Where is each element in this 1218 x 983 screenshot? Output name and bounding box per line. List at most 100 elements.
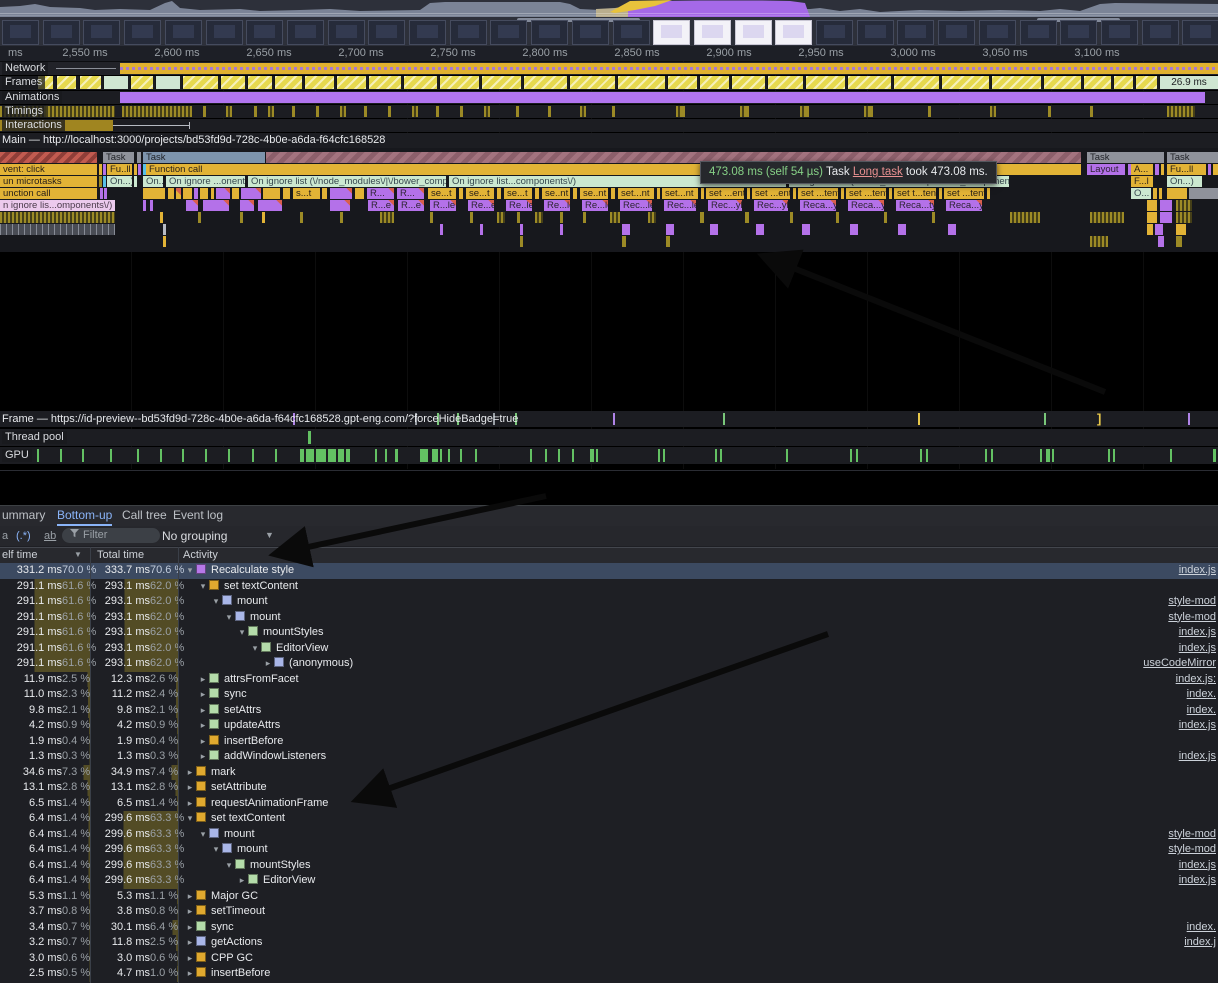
filmstrip-thumbnail[interactable]: [775, 20, 812, 45]
flame-event[interactable]: F...l: [1131, 176, 1153, 187]
table-row[interactable]: 9.8 ms2.1 %9.8 ms2.1 %▸setAttrsindex.: [0, 703, 1218, 719]
filmstrip-thumbnail[interactable]: [368, 20, 405, 45]
flame-event-sliver[interactable]: [710, 224, 718, 235]
flame-event-sliver[interactable]: [560, 212, 563, 223]
source-link[interactable]: style-mod: [1168, 842, 1216, 858]
frame-segment[interactable]: [336, 76, 366, 89]
flame-event-sliver[interactable]: [1147, 200, 1157, 211]
table-row[interactable]: 1.3 ms0.3 %1.3 ms0.3 %▸addWindowListener…: [0, 749, 1218, 765]
table-row[interactable]: 331.2 ms70.0 %333.7 ms70.6 %▾Recalculate…: [0, 563, 1218, 579]
flame-event-sliver[interactable]: [459, 188, 463, 199]
flame-event[interactable]: On...): [143, 176, 163, 187]
flame-event[interactable]: R...e: [398, 200, 424, 211]
flame-event-sliver[interactable]: [1158, 236, 1164, 247]
flame-event[interactable]: set ...tent: [846, 188, 886, 199]
filmstrip-thumbnail[interactable]: [2, 20, 39, 45]
expand-icon[interactable]: ▸: [197, 749, 209, 765]
flame-event-sliver[interactable]: [134, 176, 137, 187]
frame-segment[interactable]: [767, 76, 803, 89]
expand-icon[interactable]: ▸: [184, 796, 196, 812]
frame-segment[interactable]: [247, 76, 272, 89]
filmstrip-thumbnail[interactable]: [1060, 20, 1097, 45]
filmstrip-thumbnail[interactable]: [1182, 20, 1218, 45]
source-link[interactable]: index.js: [1179, 718, 1216, 734]
flame-event[interactable]: R...: [367, 188, 394, 199]
frame-segment[interactable]: [403, 76, 437, 89]
flame-event[interactable]: set t...tent: [894, 188, 936, 199]
source-link[interactable]: index.js: [1179, 858, 1216, 874]
flame-event-sliver[interactable]: [535, 212, 543, 223]
flame-event[interactable]: Re...le: [582, 200, 608, 211]
collapse-icon[interactable]: ▾: [249, 641, 261, 657]
flame-event-sliver[interactable]: [657, 188, 660, 199]
flame-event-sliver[interactable]: [1208, 164, 1211, 175]
flame-event-sliver[interactable]: [1176, 236, 1182, 247]
flame-event-sliver[interactable]: [380, 212, 394, 223]
table-row[interactable]: 6.4 ms1.4 %299.6 ms63.3 %▾mountStylesind…: [0, 858, 1218, 874]
flame-event-sliver[interactable]: [573, 188, 577, 199]
frame-segment[interactable]: [1113, 76, 1133, 89]
track-interactions[interactable]: Interactions: [0, 119, 1218, 132]
table-row[interactable]: 3.0 ms0.6 %3.0 ms0.6 %▸CPP GC: [0, 951, 1218, 967]
table-row[interactable]: 34.6 ms7.3 %34.9 ms7.4 %▸mark: [0, 765, 1218, 781]
frame-segment[interactable]: [481, 76, 521, 89]
flame-event-sliver[interactable]: [611, 188, 615, 199]
flame-event[interactable]: se...t: [428, 188, 456, 199]
source-link[interactable]: index.js: [1179, 749, 1216, 765]
track-thread-pool[interactable]: Thread pool: [0, 429, 1218, 446]
flame-event-sliver[interactable]: [134, 164, 137, 175]
source-link[interactable]: style-mod: [1168, 827, 1216, 843]
collapse-icon[interactable]: ▾: [197, 579, 209, 595]
source-link[interactable]: style-mod: [1168, 610, 1216, 626]
expand-icon[interactable]: ▸: [236, 873, 248, 889]
expand-icon[interactable]: ▸: [184, 951, 196, 967]
collapse-icon[interactable]: ▾: [236, 625, 248, 641]
frame-segment[interactable]: [667, 76, 697, 89]
flame-event-sliver[interactable]: [793, 188, 796, 199]
filmstrip-thumbnail[interactable]: [572, 20, 609, 45]
flame-event[interactable]: Re...le: [544, 200, 570, 211]
filmstrip-thumbnail[interactable]: [43, 20, 80, 45]
flame-event-sliver[interactable]: [497, 212, 505, 223]
frame-segment[interactable]: [56, 76, 76, 89]
flame-event[interactable]: Reca...yle: [848, 200, 884, 211]
source-link[interactable]: index.j: [1184, 935, 1216, 951]
source-link[interactable]: index.: [1187, 920, 1216, 936]
table-row[interactable]: 291.1 ms61.6 %293.1 ms62.0 %▾mountstyle-…: [0, 594, 1218, 610]
frame-segment[interactable]: [220, 76, 245, 89]
tab-bottom-up[interactable]: Bottom-up: [57, 506, 112, 526]
regex-icon[interactable]: (.*): [16, 528, 31, 544]
flame-event-sliver[interactable]: [104, 188, 107, 199]
flame-event-sliver[interactable]: [258, 200, 282, 211]
flame-event-sliver[interactable]: [1160, 200, 1172, 211]
flame-event-sliver[interactable]: [0, 152, 97, 163]
timeline-overview[interactable]: [0, 0, 1218, 46]
flame-event-sliver[interactable]: [836, 212, 839, 223]
flame-event-sliver[interactable]: [790, 212, 793, 223]
expand-icon[interactable]: ▸: [262, 656, 274, 672]
flame-event-sliver[interactable]: [884, 212, 887, 223]
flame-event-sliver[interactable]: [283, 188, 290, 199]
filmstrip-thumbnail[interactable]: [409, 20, 446, 45]
track-network[interactable]: Network: [0, 62, 1218, 75]
frame-segment[interactable]: [155, 76, 180, 89]
track-animations[interactable]: Animations: [0, 91, 1218, 104]
flame-event-sliver[interactable]: [186, 200, 198, 211]
flame-event-sliver[interactable]: [1159, 188, 1162, 199]
flame-event-sliver[interactable]: [0, 212, 115, 223]
frame-segment[interactable]: [893, 76, 939, 89]
flame-event-sliver[interactable]: [520, 224, 523, 235]
expand-icon[interactable]: ▸: [197, 672, 209, 688]
frame-segment[interactable]: [699, 76, 729, 89]
flame-event-sliver[interactable]: [1147, 224, 1153, 235]
flame-event-sliver[interactable]: [610, 212, 620, 223]
filmstrip-thumbnail[interactable]: [897, 20, 934, 45]
frame-segment[interactable]: [1135, 76, 1157, 89]
flame-event-sliver[interactable]: [1189, 188, 1218, 199]
flame-event[interactable]: Re..le: [506, 200, 532, 211]
table-row[interactable]: 291.1 ms61.6 %293.1 ms62.0 %▾set textCon…: [0, 579, 1218, 595]
table-row[interactable]: 6.4 ms1.4 %299.6 ms63.3 %▾mountstyle-mod: [0, 827, 1218, 843]
flame-event-sliver[interactable]: [100, 188, 103, 199]
flame-event-sliver[interactable]: [163, 224, 166, 235]
table-row[interactable]: 6.4 ms1.4 %299.6 ms63.3 %▾mountstyle-mod: [0, 842, 1218, 858]
